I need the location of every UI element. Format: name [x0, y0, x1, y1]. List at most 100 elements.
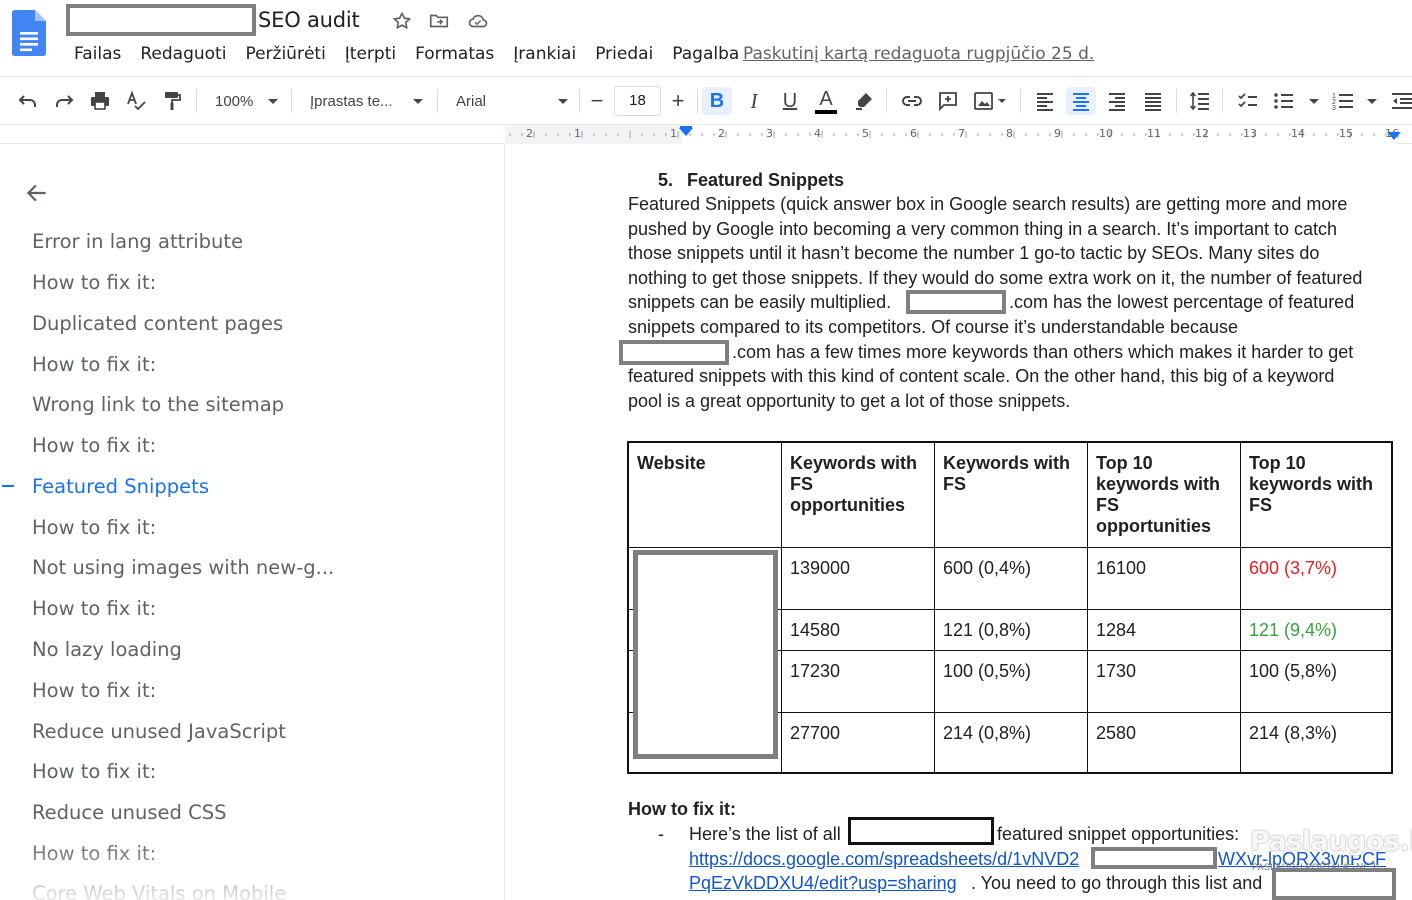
paragraph-line: snippets compared to its competitors. Of… [628, 317, 1238, 337]
paragraph-style-select[interactable]: Įprastas te... [310, 87, 425, 115]
featured-snippets-table[interactable]: Website Keywords with FS opportunities K… [627, 441, 1393, 774]
left-indent-marker[interactable] [679, 128, 693, 136]
menu-addons[interactable]: Priedai [595, 44, 653, 64]
zoom-value: 100% [215, 92, 254, 110]
bold-button[interactable]: B [702, 87, 732, 115]
table-cell-top-fs: 100 (5,8%) [1249, 661, 1338, 681]
bulleted-list-icon[interactable] [1270, 87, 1320, 115]
checklist-icon[interactable] [1234, 87, 1262, 115]
heading-number: 5. [658, 170, 674, 190]
outline-item[interactable]: How to fix it: [32, 760, 156, 783]
outline-item[interactable]: How to fix it: [32, 597, 156, 620]
spreadsheet-link[interactable]: PqEzVkDDXU4/edit?usp=sharing [689, 873, 957, 894]
table-divider [629, 547, 1391, 548]
align-right-icon[interactable] [1103, 87, 1131, 115]
last-edit-link[interactable]: Paskutinį kartą redaguota rugpjūčio 25 d… [743, 44, 1094, 64]
right-indent-marker[interactable] [1387, 132, 1401, 140]
back-arrow-icon[interactable] [24, 180, 50, 206]
font-family-select[interactable]: Arial [456, 87, 571, 115]
align-left-icon[interactable] [1031, 87, 1059, 115]
outline-item[interactable]: Reduce unused JavaScript [32, 720, 286, 743]
decrease-font-size-button[interactable]: − [584, 87, 610, 115]
header-line: Keywords with [790, 453, 918, 473]
zoom-select[interactable]: 100% [215, 87, 280, 115]
outline-item[interactable]: Reduce unused CSS [32, 801, 227, 824]
paragraph-line: featured snippets with this kind of cont… [628, 366, 1335, 386]
table-divider [781, 443, 782, 772]
insert-image-icon[interactable] [970, 87, 1010, 115]
redo-icon[interactable] [50, 87, 78, 115]
table-cell-top-fs: 600 (3,7%) [1249, 558, 1338, 578]
ruler-number: 8 [1006, 127, 1013, 140]
star-icon[interactable] [391, 10, 413, 32]
ruler-number: 7 [958, 127, 965, 140]
menu-help[interactable]: Pagalba [672, 44, 739, 64]
chevron-down-icon [268, 99, 278, 104]
italic-button[interactable]: I [740, 87, 768, 115]
print-icon[interactable] [86, 87, 114, 115]
move-to-folder-icon[interactable] [428, 10, 450, 32]
outline-item-active[interactable]: Featured Snippets [32, 475, 209, 498]
outline-item[interactable]: How to fix it: [32, 842, 156, 865]
outline-item[interactable]: How to fix it: [32, 516, 156, 539]
header-line: FS [1096, 495, 1120, 515]
svg-text:3: 3 [1332, 105, 1336, 112]
table-divider [934, 443, 935, 772]
menu-tools[interactable]: Įrankiai [513, 44, 576, 64]
underline-button[interactable]: U [776, 87, 804, 115]
highlight-icon[interactable] [850, 87, 878, 115]
cloud-saved-icon[interactable] [467, 10, 489, 32]
outline-item[interactable]: Duplicated content pages [32, 312, 283, 335]
decrease-indent-icon[interactable] [1388, 87, 1412, 115]
outline-item[interactable]: No lazy loading [32, 638, 182, 661]
table-cell: 27700 [790, 723, 841, 743]
outline-item[interactable]: How to fix it: [32, 434, 156, 457]
align-center-icon[interactable] [1066, 87, 1096, 115]
justify-icon[interactable] [1139, 87, 1167, 115]
table-divider [1087, 443, 1088, 772]
ruler-number: 4 [814, 127, 821, 140]
numbered-list-icon[interactable]: 123 [1330, 87, 1380, 115]
spellcheck-icon[interactable] [122, 87, 150, 115]
menu-bar: Failas Redaguoti Peržiūrėti Įterpti Form… [74, 44, 758, 64]
menu-format[interactable]: Formatas [415, 44, 494, 64]
table-cell: 16100 [1096, 558, 1147, 578]
document-title[interactable]: SEO audit [258, 8, 360, 32]
ruler[interactable]: 2 1 1 2 3 4 5 6 7 8 9 10 11 12 13 14 15 … [0, 124, 1412, 144]
text-color-label: A [819, 87, 833, 110]
outline-item[interactable]: Not using images with new-g... [32, 556, 334, 579]
bullet-text: . You need to go through this list and [971, 873, 1263, 893]
redacted-websites-box [633, 550, 778, 759]
toolbar-divider [291, 89, 292, 113]
first-line-indent-marker[interactable] [680, 126, 692, 129]
outline-item[interactable]: Wrong link to the sitemap [32, 393, 284, 416]
outline-item[interactable]: How to fix it: [32, 353, 156, 376]
menu-insert[interactable]: Įterpti [345, 44, 396, 64]
table-header-keywords-fs: Keywords with FS [943, 453, 1070, 495]
ruler-number: 1 [670, 127, 677, 140]
outline-item[interactable]: Error in lang attribute [32, 230, 243, 253]
add-comment-icon[interactable] [934, 87, 962, 115]
outline-item[interactable]: Core Web Vitals on Mobile [32, 882, 286, 900]
menu-file[interactable]: Failas [74, 44, 121, 64]
watermark-logo: Paslaugos.lt PASLAUGŲ PORTALAS Nr. 1 [1248, 826, 1412, 900]
active-outline-marker [2, 485, 14, 487]
outline-item[interactable]: How to fix it: [32, 679, 156, 702]
undo-icon[interactable] [14, 87, 42, 115]
heading-text: Featured Snippets [687, 170, 845, 190]
text-color-button[interactable]: A [812, 87, 840, 115]
document-content[interactable]: 5. Featured Snippets Featured Snippets (q… [505, 144, 1412, 900]
menu-edit[interactable]: Redaguoti [140, 44, 226, 64]
watermark-text: Paslaugos.lt [1250, 826, 1412, 857]
menu-view[interactable]: Peržiūrėti [245, 44, 325, 64]
font-size-input[interactable]: 18 [614, 86, 661, 116]
outline-item[interactable]: How to fix it: [32, 271, 156, 294]
document-page[interactable]: 5. Featured Snippets Featured Snippets (q… [505, 144, 1412, 900]
spreadsheet-link[interactable]: https://docs.google.com/spreadsheets/d/1… [689, 849, 1079, 870]
increase-font-size-button[interactable]: + [665, 87, 691, 115]
line-spacing-icon[interactable] [1186, 87, 1214, 115]
paint-format-icon[interactable] [158, 87, 186, 115]
google-docs-logo-icon[interactable] [12, 10, 46, 56]
header-line: FS [1249, 495, 1273, 515]
link-icon[interactable] [898, 87, 926, 115]
